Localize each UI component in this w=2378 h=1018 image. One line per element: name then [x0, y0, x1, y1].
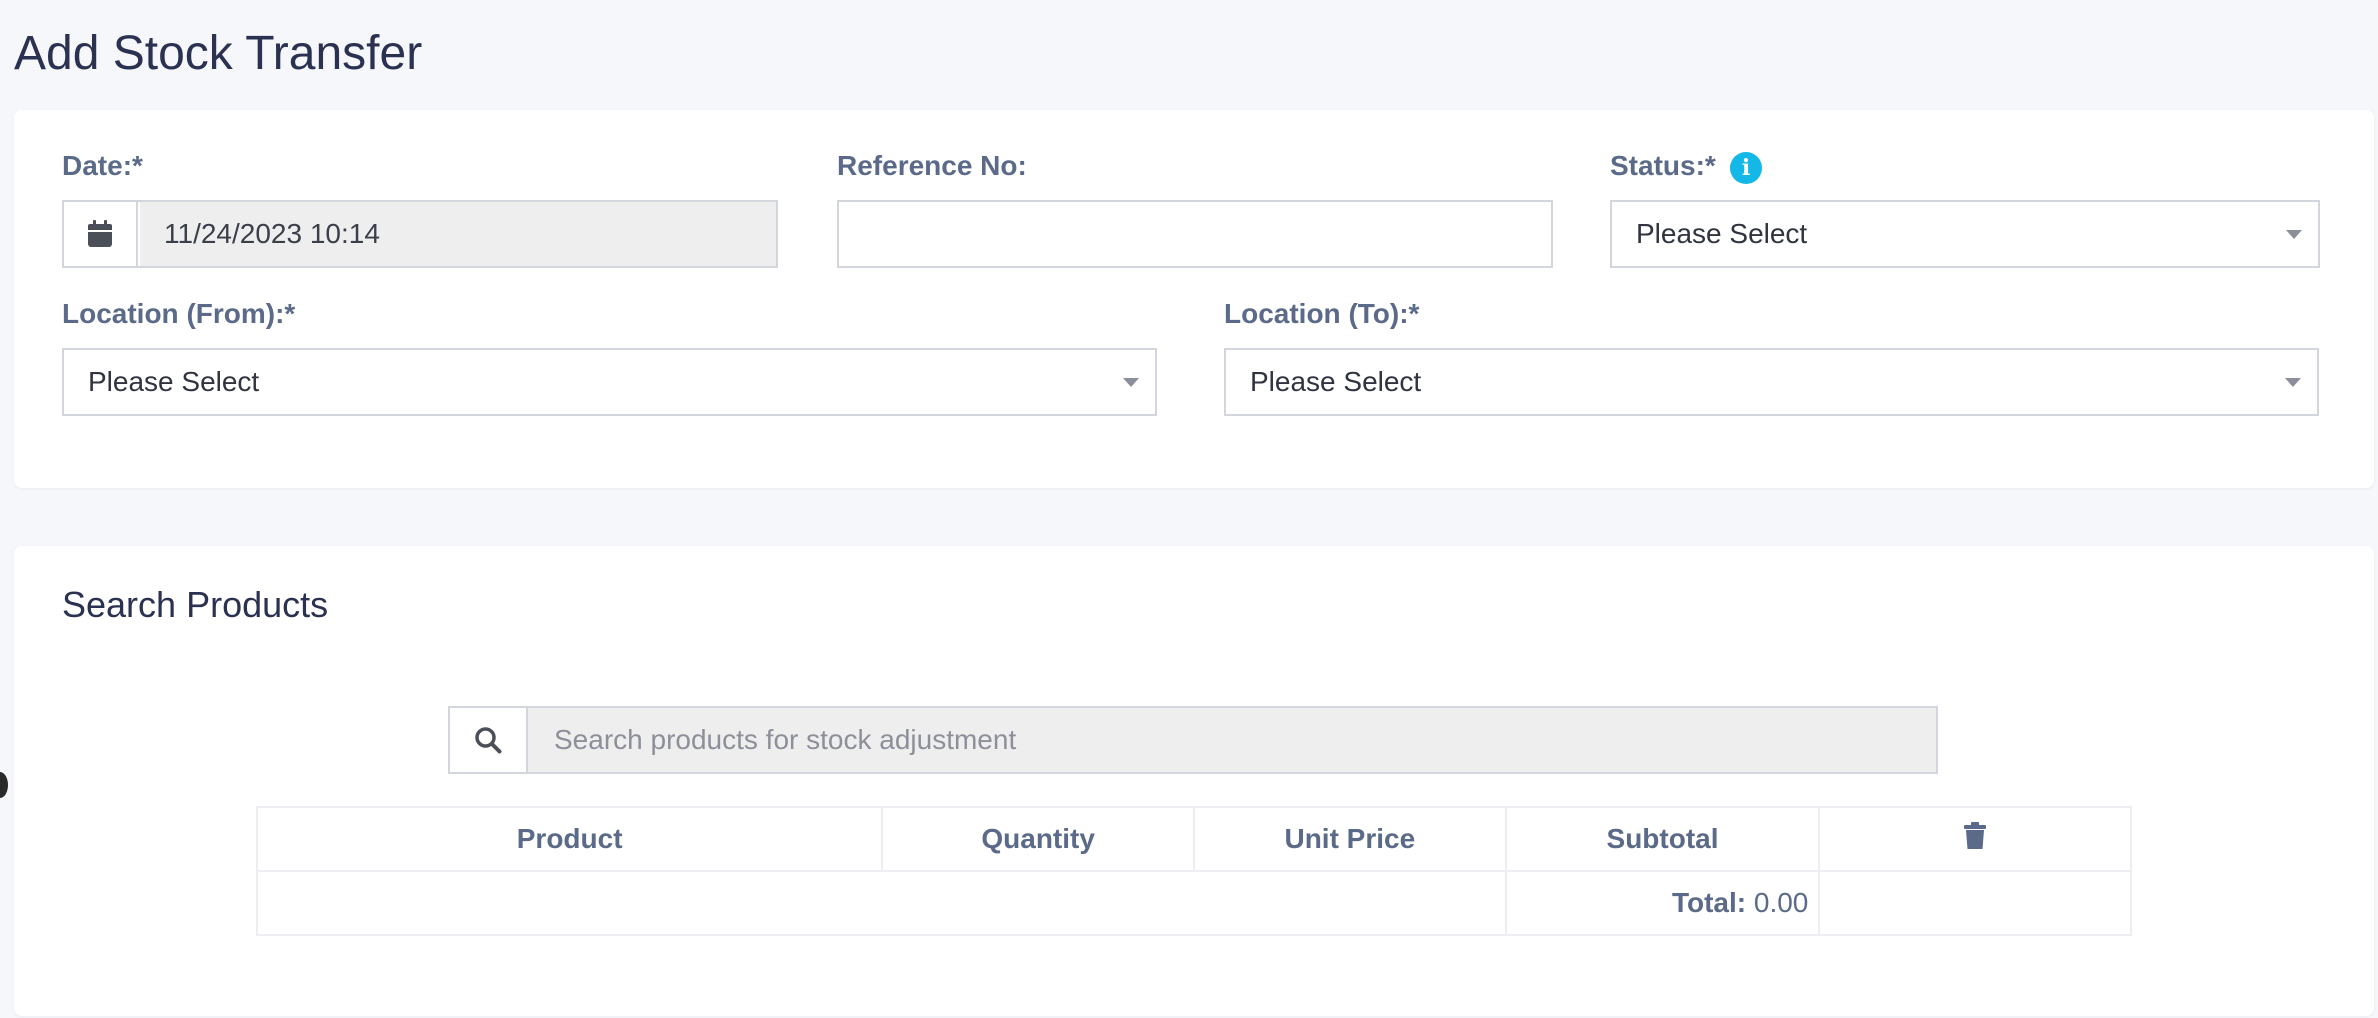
- status-label: Status:*: [1610, 150, 1716, 181]
- chevron-down-icon: [2286, 230, 2302, 239]
- header-subtotal: Subtotal: [1504, 806, 1821, 872]
- date-value[interactable]: 11/24/2023 10:14: [140, 202, 776, 266]
- date-field[interactable]: 11/24/2023 10:14: [62, 200, 778, 268]
- search-addon[interactable]: [450, 708, 528, 772]
- table-footer-row: Total: 0.00: [256, 870, 2132, 936]
- reference-label: Reference No:: [837, 150, 1027, 181]
- search-input[interactable]: [530, 708, 1936, 772]
- header-unit-price: Unit Price: [1193, 806, 1507, 872]
- header-quantity: Quantity: [881, 806, 1195, 872]
- info-icon[interactable]: i: [1730, 152, 1762, 184]
- header-delete: [1818, 806, 2132, 872]
- transfer-details-card: Date:* 11/24/2023 10:14 Reference No: St…: [14, 110, 2374, 488]
- location-to-label: Location (To):*: [1224, 298, 1420, 329]
- location-from-select[interactable]: Please Select: [62, 348, 1157, 416]
- calendar-addon[interactable]: [64, 202, 138, 266]
- products-table: Product Quantity Unit Price Subtotal Tot…: [255, 806, 2132, 936]
- page: Add Stock Transfer Date:* 11/24/2023 10:…: [0, 0, 2378, 1018]
- search-products-card: Search Products Product Quantity Unit Pr…: [14, 546, 2374, 1016]
- total-value: 0.00: [1753, 887, 1809, 918]
- status-select-value: Please Select: [1636, 218, 1808, 249]
- product-search[interactable]: [448, 706, 1938, 774]
- status-select[interactable]: Please Select: [1610, 200, 2320, 268]
- location-from-value: Please Select: [88, 366, 260, 397]
- page-title: Add Stock Transfer: [14, 27, 423, 80]
- empty-cell: [256, 870, 1507, 936]
- location-to-select[interactable]: Please Select: [1224, 348, 2319, 416]
- calendar-icon: [88, 220, 112, 247]
- chevron-down-icon: [2285, 378, 2301, 387]
- collapse-handle[interactable]: [0, 772, 8, 798]
- section-title: Search Products: [62, 584, 329, 625]
- header-product: Product: [255, 806, 884, 872]
- trash-icon[interactable]: [1964, 821, 1987, 850]
- location-from-label: Location (From):*: [62, 298, 296, 329]
- location-to-value: Please Select: [1250, 366, 1422, 397]
- reference-input[interactable]: [837, 200, 1553, 268]
- date-label: Date:*: [62, 150, 143, 181]
- empty-cell: [1818, 870, 2132, 936]
- chevron-down-icon: [1123, 378, 1139, 387]
- search-icon: [475, 727, 502, 754]
- total-cell: Total: 0.00: [1504, 870, 1821, 936]
- total-label: Total:: [1671, 887, 1747, 918]
- table-header-row: Product Quantity Unit Price Subtotal: [255, 806, 2132, 872]
